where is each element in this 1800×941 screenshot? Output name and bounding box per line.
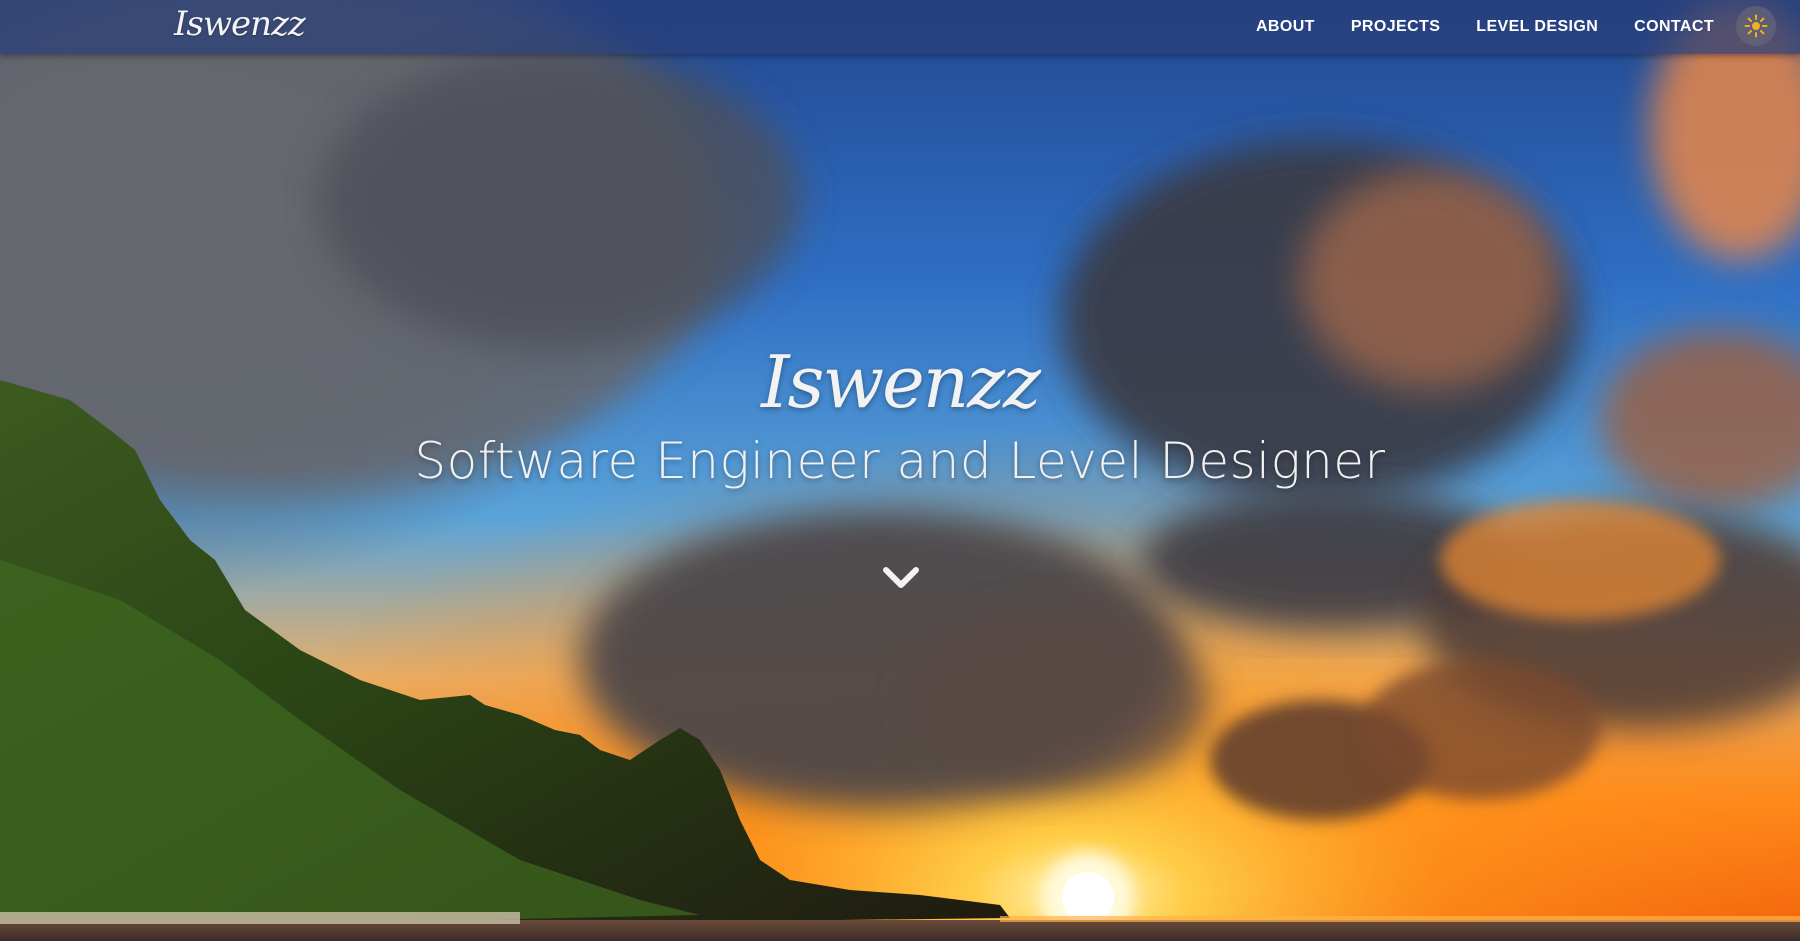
top-navbar: Iswenzz ABOUT PROJECTS LEVEL DESIGN CONT… bbox=[0, 0, 1800, 54]
nav-link-level-design[interactable]: LEVEL DESIGN bbox=[1476, 18, 1598, 36]
chevron-down-icon bbox=[883, 567, 919, 588]
nav-link-about[interactable]: ABOUT bbox=[1256, 18, 1315, 36]
page: Iswenzz ABOUT PROJECTS LEVEL DESIGN CONT… bbox=[0, 0, 1800, 941]
scroll-down-button[interactable] bbox=[878, 558, 924, 598]
brand-logo[interactable]: Iswenzz bbox=[174, 4, 306, 44]
nav-link-projects[interactable]: PROJECTS bbox=[1351, 18, 1440, 36]
hero-title: Iswenzz bbox=[761, 340, 1041, 424]
hero-subtitle: Software Engineer and Level Designer bbox=[414, 432, 1386, 490]
theme-toggle-button[interactable] bbox=[1736, 6, 1776, 46]
sun-icon bbox=[1744, 14, 1768, 38]
main-nav: ABOUT PROJECTS LEVEL DESIGN CONTACT bbox=[1220, 0, 1714, 54]
nav-link-contact[interactable]: CONTACT bbox=[1634, 18, 1714, 36]
